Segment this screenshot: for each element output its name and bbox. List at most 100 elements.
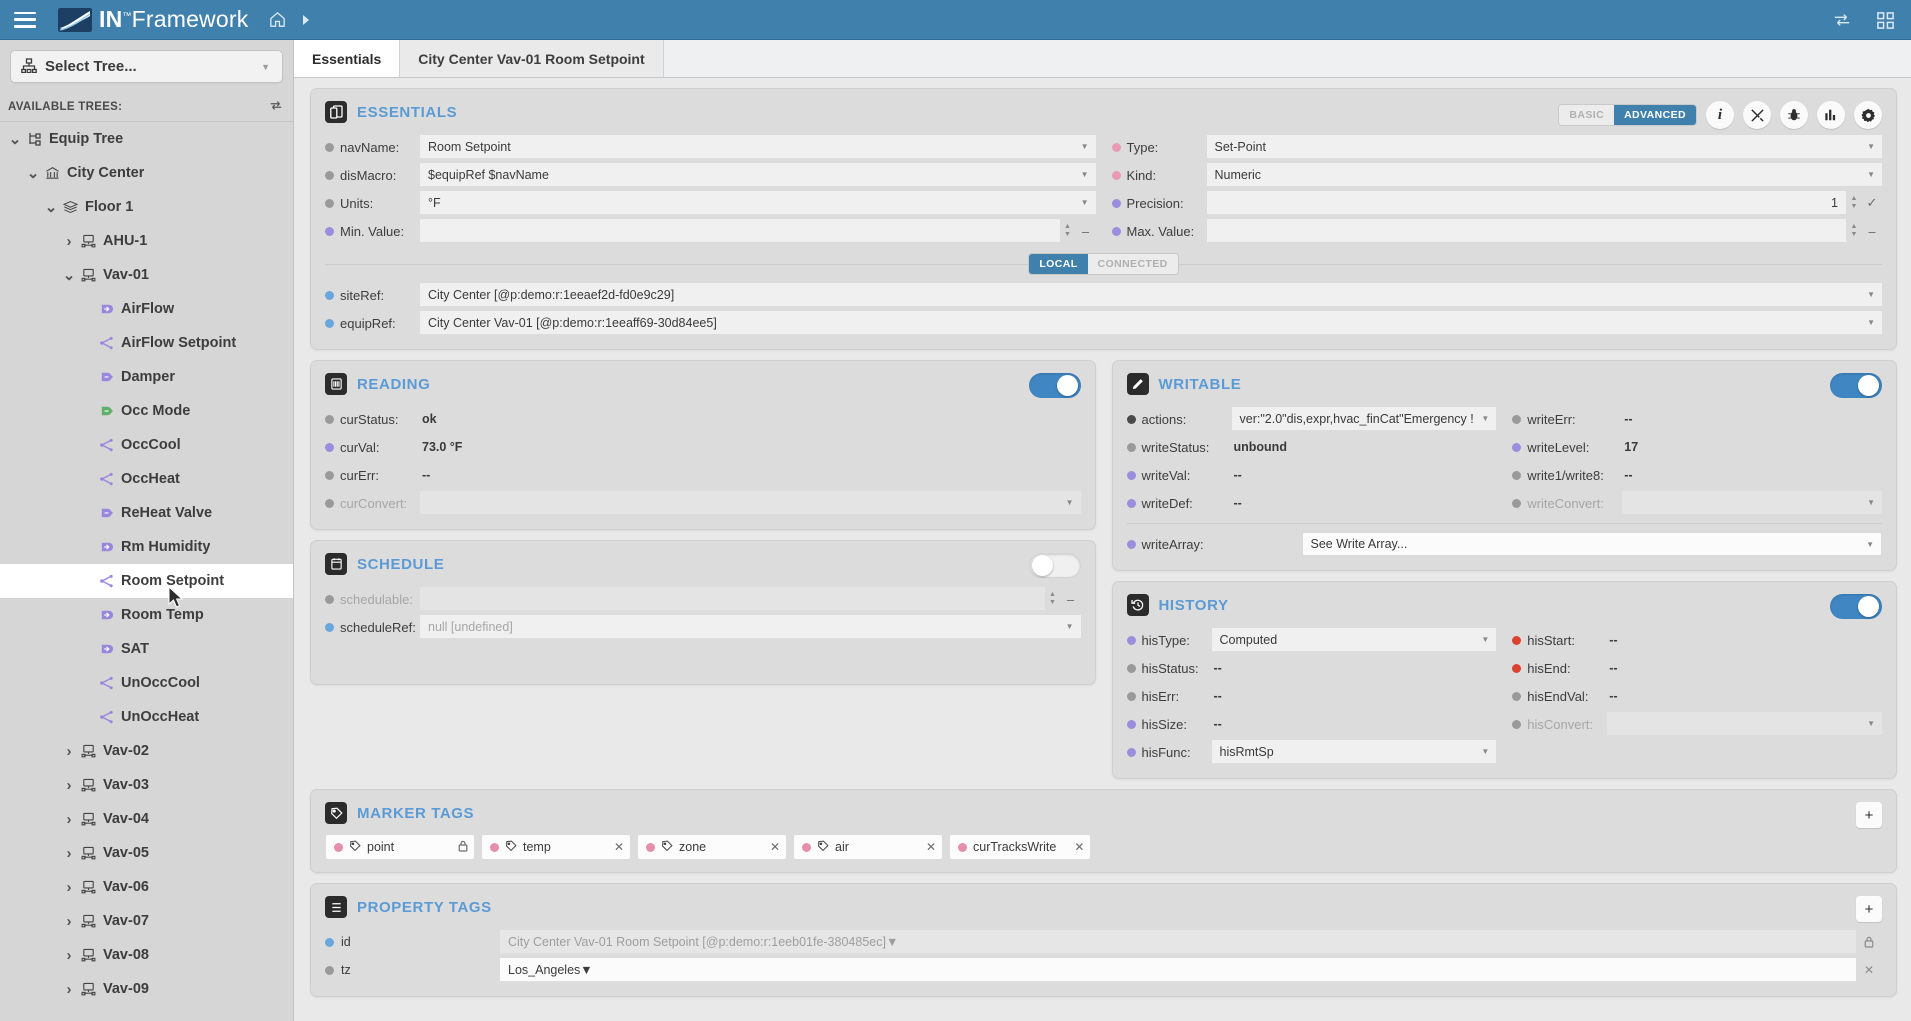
clear-icon[interactable]: –	[1076, 224, 1096, 239]
field-select[interactable]: Set-Point ▼	[1206, 135, 1882, 159]
field-select[interactable]: °F ▼	[420, 191, 1096, 215]
tree-item-equip-tree[interactable]: ⌄ Equip Tree	[0, 122, 293, 156]
stepper-icon[interactable]: ▲ ▼	[1045, 591, 1061, 607]
chevron-right-icon[interactable]: ›	[60, 743, 78, 760]
field-select[interactable]: Computed ▼	[1211, 628, 1497, 652]
chevron-right-icon[interactable]: ›	[60, 879, 78, 896]
toggle-switch[interactable]	[1830, 373, 1882, 398]
property-tag-value-field[interactable]: Los_Angeles ▼	[500, 958, 1856, 982]
toggle-switch[interactable]	[1830, 594, 1882, 619]
tree-item-occcool[interactable]: OccCool	[0, 428, 293, 462]
tree-item-vav-07[interactable]: › Vav-07	[0, 904, 293, 938]
clear-icon[interactable]: –	[1862, 224, 1882, 239]
toggle-switch[interactable]	[1028, 553, 1081, 578]
basic-button[interactable]: BASIC	[1559, 105, 1615, 125]
chevron-right-icon[interactable]: ›	[60, 913, 78, 930]
tree-item-rm-humidity[interactable]: Rm Humidity	[0, 530, 293, 564]
tree-item-vav-02[interactable]: › Vav-02	[0, 734, 293, 768]
basic-advanced-toggle[interactable]: BASIC ADVANCED	[1558, 104, 1697, 126]
chevron-right-icon[interactable]: ›	[60, 777, 78, 794]
advanced-button[interactable]: ADVANCED	[1614, 105, 1696, 125]
tab-essentials[interactable]: Essentials	[294, 40, 401, 77]
close-icon[interactable]: ✕	[1074, 840, 1084, 854]
field-select[interactable]: ver:"2.0"dis,expr,hvac_finCat"Emergency …	[1231, 407, 1497, 431]
writable-enable-toggle[interactable]	[1830, 373, 1882, 398]
field-number[interactable]	[420, 587, 1045, 611]
tree-item-vav-05[interactable]: › Vav-05	[0, 836, 293, 870]
tree-item-airflow-setpoint[interactable]: AirFlow Setpoint	[0, 326, 293, 360]
field-select[interactable]: Numeric ▼	[1206, 163, 1882, 187]
ref-select[interactable]: City Center [@p:demo:r:1eeaef2d-fd0e9c29…	[420, 283, 1882, 307]
write-array-select[interactable]: See Write Array... ▼	[1301, 532, 1882, 556]
tree-item-airflow[interactable]: AirFlow	[0, 292, 293, 326]
chevron-right-icon[interactable]: ›	[60, 811, 78, 828]
chevron-down-icon[interactable]: ⌄	[42, 198, 60, 216]
tree-item-vav-01[interactable]: ⌄ Vav-01	[0, 258, 293, 292]
bug-icon[interactable]	[1780, 101, 1808, 129]
tree-item-unoccheat[interactable]: UnOccHeat	[0, 700, 293, 734]
chevron-right-icon[interactable]	[301, 14, 311, 26]
tree-item-vav-09[interactable]: › Vav-09	[0, 972, 293, 1006]
field-select[interactable]: Room Setpoint ▼	[420, 135, 1096, 159]
marker-tag-temp[interactable]: temp ✕	[481, 834, 631, 860]
close-icon[interactable]: ✕	[770, 840, 780, 854]
tree-item-room-temp[interactable]: Room Temp	[0, 598, 293, 632]
close-icon[interactable]: ✕	[1856, 963, 1882, 977]
tools-icon[interactable]	[1743, 101, 1771, 129]
marker-tag-air[interactable]: air ✕	[793, 834, 943, 860]
chevron-down-icon[interactable]: ⌄	[60, 266, 78, 284]
tree-item-sat[interactable]: SAT	[0, 632, 293, 666]
field-select[interactable]: hisRmtSp ▼	[1211, 740, 1497, 764]
tree-item-floor-1[interactable]: ⌄ Floor 1	[0, 190, 293, 224]
info-icon[interactable]: i	[1706, 101, 1734, 129]
tree-item-vav-03[interactable]: › Vav-03	[0, 768, 293, 802]
chevron-right-icon[interactable]: ›	[60, 947, 78, 964]
tree-item-unocccool[interactable]: UnOccCool	[0, 666, 293, 700]
tree-item-city-center[interactable]: ⌄ City Center	[0, 156, 293, 190]
marker-tag-zone[interactable]: zone ✕	[637, 834, 787, 860]
gear-icon[interactable]	[1854, 101, 1882, 129]
clear-icon[interactable]: –	[1061, 592, 1081, 607]
tree-item-vav-08[interactable]: › Vav-08	[0, 938, 293, 972]
tree-item-reheat-valve[interactable]: ReHeat Valve	[0, 496, 293, 530]
reading-enable-toggle[interactable]	[1028, 373, 1081, 398]
close-icon[interactable]: ✕	[926, 840, 936, 854]
tree-item-vav-06[interactable]: › Vav-06	[0, 870, 293, 904]
select-tree-dropdown[interactable]: Select Tree... ▼	[10, 50, 283, 83]
marker-tag-curtrackswrite[interactable]: curTracksWrite ✕	[949, 834, 1092, 860]
field-number[interactable]: 1	[1206, 191, 1846, 215]
apps-grid-icon[interactable]	[1876, 11, 1895, 30]
confirm-check-icon[interactable]: ✓	[1862, 195, 1882, 211]
tab-city-center-vav-01-room-setpoint[interactable]: City Center Vav-01 Room Setpoint	[400, 40, 664, 77]
tree-item-occheat[interactable]: OccHeat	[0, 462, 293, 496]
toggle-switch[interactable]	[1028, 373, 1081, 398]
property-tag-value-field[interactable]: City Center Vav-01 Room Setpoint [@p:dem…	[500, 930, 1856, 954]
home-icon[interactable]	[268, 10, 287, 29]
schedule-enable-toggle[interactable]	[1028, 553, 1081, 578]
chevron-right-icon[interactable]: ›	[60, 845, 78, 862]
marker-tag-point[interactable]: point	[325, 834, 475, 860]
sync-icon[interactable]	[1832, 11, 1852, 29]
chevron-down-icon[interactable]: ⌄	[6, 130, 24, 148]
add-marker-tag-button[interactable]: +	[1856, 802, 1882, 828]
tree-item-room-setpoint[interactable]: Room Setpoint	[0, 564, 293, 598]
chevron-right-icon[interactable]: ›	[60, 981, 78, 998]
local-connected-toggle[interactable]: LOCAL CONNECTED	[1028, 253, 1179, 275]
chevron-right-icon[interactable]: ›	[60, 233, 78, 250]
tree-item-ahu-1[interactable]: › AHU-1	[0, 224, 293, 258]
chevron-down-icon[interactable]: ⌄	[24, 164, 42, 182]
refresh-icon[interactable]	[269, 99, 283, 115]
tree-item-vav-04[interactable]: › Vav-04	[0, 802, 293, 836]
field-number[interactable]	[420, 219, 1060, 243]
ref-select[interactable]: City Center Vav-01 [@p:demo:r:1eeaff69-3…	[420, 311, 1882, 335]
connected-button[interactable]: CONNECTED	[1087, 254, 1178, 274]
field-select[interactable]: null [undefined] ▼	[420, 615, 1081, 639]
chart-icon[interactable]	[1817, 101, 1845, 129]
stepper-icon[interactable]: ▲ ▼	[1846, 223, 1862, 239]
stepper-icon[interactable]: ▲ ▼	[1846, 195, 1862, 211]
history-enable-toggle[interactable]	[1830, 594, 1882, 619]
tree-item-damper[interactable]: Damper	[0, 360, 293, 394]
add-property-tag-button[interactable]: +	[1856, 896, 1882, 922]
stepper-icon[interactable]: ▲ ▼	[1060, 223, 1076, 239]
local-button[interactable]: LOCAL	[1029, 254, 1088, 274]
